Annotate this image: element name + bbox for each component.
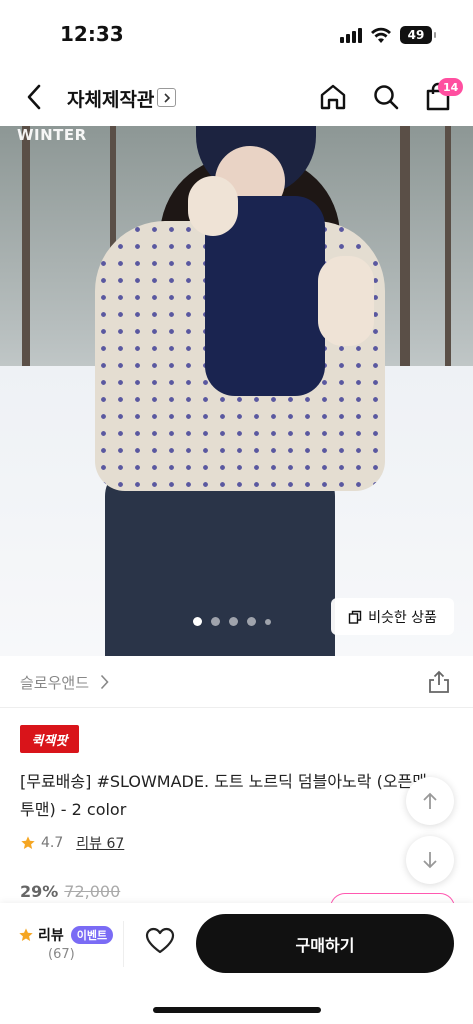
arrow-down-icon bbox=[423, 852, 437, 869]
chevron-left-icon bbox=[27, 84, 41, 110]
brand-link[interactable]: 슬로우앤드 bbox=[20, 672, 89, 693]
image-watermark: WINTER bbox=[17, 126, 87, 144]
scroll-top-button[interactable] bbox=[406, 777, 454, 825]
model-glove-right bbox=[318, 256, 374, 346]
copy-icon bbox=[348, 610, 362, 624]
price-row: 29% 72,000 bbox=[20, 882, 120, 901]
carousel-dot-active bbox=[193, 617, 202, 626]
event-badge: 이벤트 bbox=[70, 926, 114, 944]
back-button[interactable] bbox=[18, 80, 50, 114]
search-button[interactable] bbox=[371, 82, 401, 116]
review-link[interactable]: 리뷰 67 bbox=[76, 833, 124, 853]
divider bbox=[123, 921, 124, 967]
heart-icon bbox=[145, 927, 175, 954]
tree-trunk bbox=[22, 126, 30, 376]
similar-products-button[interactable]: 비슷한 상품 bbox=[331, 598, 454, 635]
home-button[interactable] bbox=[318, 82, 348, 116]
chevron-right-icon bbox=[100, 674, 109, 690]
star-icon bbox=[21, 836, 35, 849]
carousel-dot bbox=[229, 617, 238, 626]
quick-jackpot-badge: 퀵잭팟 bbox=[20, 725, 79, 753]
home-indicator bbox=[153, 1007, 321, 1013]
title-chevron-button[interactable] bbox=[157, 88, 176, 107]
scroll-bottom-button[interactable] bbox=[406, 836, 454, 884]
model-glove-left bbox=[188, 176, 238, 236]
page-title[interactable]: 자체제작관 bbox=[67, 85, 154, 112]
wifi-icon bbox=[371, 27, 391, 43]
top-nav: 자체제작관 bbox=[0, 68, 473, 126]
purchase-bar: 리뷰 이벤트 (67) 구매하기 bbox=[0, 903, 473, 1024]
cellular-signal-icon bbox=[340, 28, 362, 43]
carousel-indicator bbox=[193, 617, 271, 626]
status-time: 12:33 bbox=[60, 22, 124, 46]
product-title: [무료배송] #SLOWMADE. 도트 노르딕 덤블아노락 (오픈맨투맨) -… bbox=[20, 772, 427, 819]
share-button[interactable] bbox=[428, 670, 450, 698]
carousel-dot bbox=[265, 618, 271, 625]
arrow-up-icon bbox=[423, 792, 437, 809]
original-price: 72,000 bbox=[64, 882, 121, 901]
discount-rate: 29% bbox=[20, 882, 59, 901]
cart-count-badge: 14 bbox=[438, 78, 464, 96]
review-event-button[interactable]: 리뷰 이벤트 bbox=[18, 925, 114, 945]
search-icon bbox=[374, 85, 399, 110]
wishlist-button[interactable] bbox=[145, 927, 175, 959]
home-icon bbox=[320, 84, 346, 110]
review-label: 리뷰 bbox=[38, 928, 64, 944]
buy-button[interactable]: 구매하기 bbox=[196, 914, 454, 973]
share-icon bbox=[429, 670, 449, 693]
brand-row: 슬로우앤드 bbox=[0, 656, 473, 708]
model-jeans bbox=[105, 466, 335, 656]
carousel-dot bbox=[211, 617, 220, 626]
status-bar: 12:33 49 bbox=[0, 0, 473, 68]
star-icon bbox=[19, 928, 33, 941]
carousel-dot bbox=[247, 617, 256, 626]
rating-value: 4.7 bbox=[41, 835, 64, 851]
product-image-carousel[interactable]: WINTER 비슷한 상품 bbox=[0, 126, 473, 656]
chevron-right-icon bbox=[163, 92, 170, 103]
battery-icon: 49 bbox=[400, 26, 436, 44]
similar-products-label: 비슷한 상품 bbox=[368, 609, 437, 626]
rating-row: 4.7 리뷰 67 bbox=[20, 833, 124, 853]
review-count: (67) bbox=[48, 947, 75, 962]
